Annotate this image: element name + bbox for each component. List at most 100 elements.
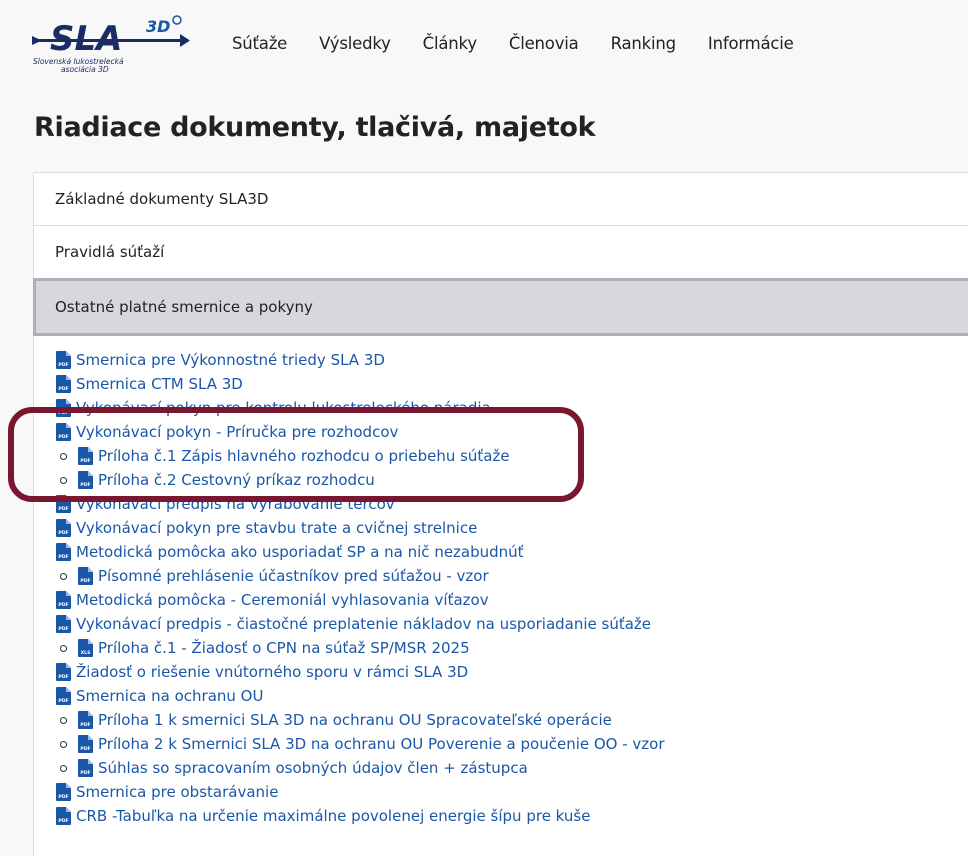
bullet-icon (60, 764, 67, 772)
list-item: PDF Vykonávací pokyn - Príručka pre rozho… (56, 420, 665, 444)
xls-file-icon: XLS (78, 639, 93, 657)
pdf-file-icon: PDF (56, 663, 71, 681)
svg-text:PDF: PDF (80, 746, 90, 752)
nav-item-sutaze[interactable]: Súťaže (232, 34, 287, 53)
svg-text:PDF: PDF (58, 530, 68, 536)
document-link[interactable]: Vykonávací pokyn pre kontrolu lukostrele… (76, 399, 491, 417)
accordion-header-zakladne[interactable]: Základné dokumenty SLA3D (33, 172, 968, 225)
list-item: PDF Metodická pomôcka ako usporiadať SP a… (56, 540, 665, 564)
list-item: PDF Smernica pre Výkonnostné triedy SLA 3… (56, 348, 665, 372)
pdf-file-icon: PDF (56, 807, 71, 825)
document-link[interactable]: Príloha 2 k Smernici SLA 3D na ochranu O… (98, 735, 665, 753)
list-item: PDF Vykonávací pokyn pre kontrolu lukostr… (56, 396, 665, 420)
accordion-header-ostatne[interactable]: Ostatné platné smernice a pokyny (33, 278, 968, 336)
nav-item-informacie[interactable]: Informácie (708, 34, 794, 53)
site-logo[interactable]: SLA 3D Slovenská lukostrelecká asociácia… (30, 12, 190, 76)
pdf-file-icon: PDF (78, 759, 93, 777)
document-link[interactable]: Vykonávací predpis - čiastočné preplaten… (76, 615, 651, 633)
accordion-header-pravidla[interactable]: Pravidlá súťaží (33, 225, 968, 278)
bullet-icon (60, 572, 67, 580)
svg-text:PDF: PDF (80, 458, 90, 464)
pdf-file-icon: PDF (56, 495, 71, 513)
sub-list-item: PDF Príloha č.2 Cestovný príkaz rozhodcu (56, 468, 665, 492)
svg-text:PDF: PDF (58, 626, 68, 632)
document-link[interactable]: Smernica CTM SLA 3D (76, 375, 243, 393)
sub-list-item: PDF Príloha 1 k smernici SLA 3D na ochran… (56, 708, 665, 732)
document-link[interactable]: Smernica pre obstarávanie (76, 783, 278, 801)
document-list: PDF Smernica pre Výkonnostné triedy SLA 3… (56, 348, 665, 828)
svg-text:PDF: PDF (80, 482, 90, 488)
bullet-icon (60, 452, 67, 460)
pdf-file-icon: PDF (56, 351, 71, 369)
nav-item-clenovia[interactable]: Členovia (509, 34, 579, 53)
list-item: PDF Vykonávací predpis - čiastočné prepla… (56, 612, 665, 636)
nav-item-ranking[interactable]: Ranking (611, 34, 677, 53)
bullet-icon (60, 716, 67, 724)
pdf-file-icon: PDF (78, 471, 93, 489)
sub-list-item: XLS Príloha č.1 - Žiadosť o CPN na súťaž … (56, 636, 665, 660)
bullet-icon (60, 476, 67, 484)
document-link[interactable]: Vykonávací pokyn pre stavbu trate a cvič… (76, 519, 477, 537)
pdf-file-icon: PDF (56, 615, 71, 633)
svg-text:PDF: PDF (58, 554, 68, 560)
list-item: PDF Žiadosť o riešenie vnútorného sporu v… (56, 660, 665, 684)
svg-text:SLA: SLA (50, 19, 122, 58)
pdf-file-icon: PDF (56, 519, 71, 537)
pdf-file-icon: PDF (78, 735, 93, 753)
list-item: PDF Smernica CTM SLA 3D (56, 372, 665, 396)
document-link[interactable]: Smernica pre Výkonnostné triedy SLA 3D (76, 351, 385, 369)
sub-list-item: PDF Súhlas so spracovaním osobných údajov… (56, 756, 665, 780)
document-link[interactable]: Súhlas so spracovaním osobných údajov čl… (98, 759, 528, 777)
bullet-icon (60, 740, 67, 748)
svg-text:XLS: XLS (81, 650, 91, 656)
document-link[interactable]: Príloha 1 k smernici SLA 3D na ochranu O… (98, 711, 612, 729)
svg-text:PDF: PDF (80, 770, 90, 776)
main-nav: Súťaže Výsledky Články Členovia Ranking … (232, 34, 794, 53)
svg-text:PDF: PDF (58, 602, 68, 608)
document-link[interactable]: Príloha č.2 Cestovný príkaz rozhodcu (98, 471, 375, 489)
svg-text:PDF: PDF (58, 794, 68, 800)
sub-list-item: PDF Príloha č.1 Zápis hlavného rozhodcu o… (56, 444, 665, 468)
list-item: PDF Smernica pre obstarávanie (56, 780, 665, 804)
document-link[interactable]: Vykonávací pokyn - Príručka pre rozhodco… (76, 423, 398, 441)
pdf-file-icon: PDF (56, 423, 71, 441)
pdf-file-icon: PDF (78, 567, 93, 585)
pdf-file-icon: PDF (56, 375, 71, 393)
document-link[interactable]: Príloha č.1 - Žiadosť o CPN na súťaž SP/… (98, 639, 470, 657)
svg-text:PDF: PDF (58, 410, 68, 416)
document-link[interactable]: Príloha č.1 Zápis hlavného rozhodcu o pr… (98, 447, 510, 465)
logo-tagline: Slovenská lukostrelecká asociácia 3D (33, 57, 124, 74)
svg-text:PDF: PDF (58, 674, 68, 680)
list-item: PDF Smernica na ochranu OU (56, 684, 665, 708)
document-link[interactable]: Metodická pomôcka ako usporiadať SP a na… (76, 543, 524, 561)
list-item: PDF Vykonávací pokyn pre stavbu trate a c… (56, 516, 665, 540)
nav-item-vysledky[interactable]: Výsledky (319, 34, 391, 53)
svg-text:PDF: PDF (58, 362, 68, 368)
svg-text:PDF: PDF (58, 434, 68, 440)
document-link[interactable]: CRB -Tabuľka na určenie maximálne povole… (76, 807, 590, 825)
list-item: PDF CRB -Tabuľka na určenie maximálne pov… (56, 804, 665, 828)
sub-list-item: PDF Príloha 2 k Smernici SLA 3D na ochran… (56, 732, 665, 756)
pdf-file-icon: PDF (56, 591, 71, 609)
logo-mark-icon: SLA 3D (32, 15, 190, 58)
document-link[interactable]: Žiadosť o riešenie vnútorného sporu v rá… (76, 663, 468, 681)
svg-text:3D: 3D (146, 17, 170, 36)
nav-item-clanky[interactable]: Články (423, 34, 477, 53)
pdf-file-icon: PDF (56, 783, 71, 801)
pdf-file-icon: PDF (56, 687, 71, 705)
bullet-icon (60, 644, 67, 652)
pdf-file-icon: PDF (78, 711, 93, 729)
pdf-file-icon: PDF (56, 399, 71, 417)
svg-text:PDF: PDF (58, 698, 68, 704)
page-title: Riadiace dokumenty, tlačivá, majetok (34, 112, 596, 143)
document-link[interactable]: Metodická pomôcka - Ceremoniál vyhlasova… (76, 591, 489, 609)
document-link[interactable]: Písomné prehlásenie účastníkov pred súťa… (98, 567, 489, 585)
pdf-file-icon: PDF (56, 543, 71, 561)
pdf-file-icon: PDF (78, 447, 93, 465)
svg-text:PDF: PDF (80, 578, 90, 584)
svg-text:PDF: PDF (58, 818, 68, 824)
document-link[interactable]: Vykonávací predpis na vyrábovanie terčov (76, 495, 395, 513)
svg-text:PDF: PDF (80, 722, 90, 728)
document-link[interactable]: Smernica na ochranu OU (76, 687, 263, 705)
list-item: PDF Vykonávací predpis na vyrábovanie ter… (56, 492, 665, 516)
